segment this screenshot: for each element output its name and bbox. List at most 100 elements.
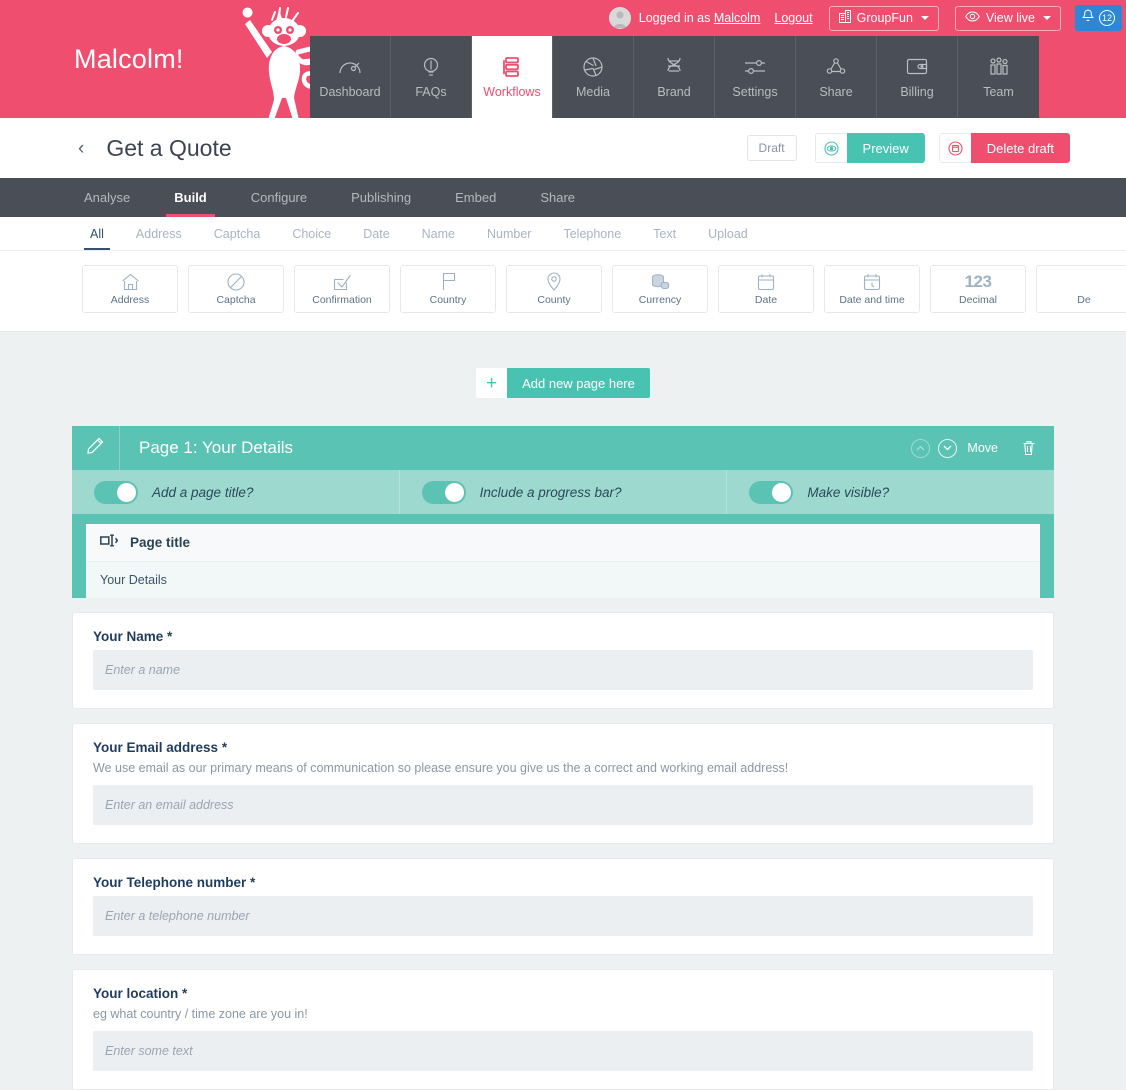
nav-item-faqs[interactable]: FAQs xyxy=(391,36,472,118)
nav-item-brand[interactable]: Brand xyxy=(634,36,715,118)
workspace-selector[interactable]: GroupFun xyxy=(828,5,939,31)
tab-configure[interactable]: Configure xyxy=(229,178,329,217)
filter-telephone[interactable]: Telephone xyxy=(547,217,637,250)
delete-page-button[interactable] xyxy=(1022,440,1036,456)
field-label-text: Your Name xyxy=(93,629,164,644)
field-type-partial[interactable]: De xyxy=(1036,265,1126,313)
tab-build[interactable]: Build xyxy=(152,178,229,217)
filter-number[interactable]: Number xyxy=(471,217,547,250)
notifications-button[interactable]: 12 xyxy=(1075,5,1122,31)
field-label-text: Your Email address xyxy=(93,740,219,755)
field-label: Your Telephone number * xyxy=(93,875,1033,890)
logout-link[interactable]: Logout xyxy=(774,11,812,25)
toggle-make-visible[interactable]: Make visible? xyxy=(727,470,1054,514)
back-chevron-icon[interactable]: ‹ xyxy=(78,139,84,158)
house-icon xyxy=(121,272,140,291)
filter-text[interactable]: Text xyxy=(637,217,692,250)
field-type-label: Date xyxy=(754,294,778,306)
filter-address[interactable]: Address xyxy=(120,217,198,250)
nav-item-billing[interactable]: Billing xyxy=(877,36,958,118)
calendar-clock-icon xyxy=(863,272,881,291)
coins-icon xyxy=(650,272,670,291)
toggle-switch[interactable] xyxy=(749,480,794,504)
filter-date[interactable]: Date xyxy=(347,217,405,250)
preview-button-label: Preview xyxy=(846,133,925,163)
field-type-date-and-time[interactable]: Date and time xyxy=(824,265,920,313)
tab-embed[interactable]: Embed xyxy=(433,178,518,217)
add-new-page-label: Add new page here xyxy=(507,368,650,398)
field-type-confirmation[interactable]: Confirmation xyxy=(294,265,390,313)
page-title-value[interactable]: Your Details xyxy=(86,562,1040,598)
tab-publishing[interactable]: Publishing xyxy=(329,178,433,217)
toggle-include-progress-bar[interactable]: Include a progress bar? xyxy=(400,470,728,514)
field-type-label: Confirmation xyxy=(312,294,372,306)
location-input[interactable]: Enter some text xyxy=(93,1031,1033,1071)
gauge-icon xyxy=(338,56,362,78)
filter-name[interactable]: Name xyxy=(406,217,471,250)
required-marker: * xyxy=(167,629,173,644)
workflow-tabs: Analyse Build Configure Publishing Embed… xyxy=(0,178,1126,217)
field-type-label: Country xyxy=(429,294,467,306)
username-link[interactable]: Malcolm xyxy=(714,11,761,25)
plus-icon: + xyxy=(476,368,508,398)
field-type-decimal[interactable]: 123 Decimal xyxy=(930,265,1026,313)
field-label: Your Email address * xyxy=(93,740,1033,755)
share-icon xyxy=(825,56,847,78)
nav-label: Brand xyxy=(657,84,691,99)
field-type-country[interactable]: Country xyxy=(400,265,496,313)
move-up-button[interactable] xyxy=(911,438,931,458)
filter-upload[interactable]: Upload xyxy=(692,217,764,250)
user-bar: Logged in as Malcolm Logout GroupFun Vie… xyxy=(608,0,1126,36)
add-page-row: + Add new page here xyxy=(0,332,1126,426)
email-input[interactable]: Enter an email address xyxy=(93,785,1033,825)
avatar[interactable] xyxy=(608,7,631,29)
notification-count-badge: 12 xyxy=(1099,10,1115,26)
field-type-address[interactable]: Address xyxy=(82,265,178,313)
name-input[interactable]: Enter a name xyxy=(93,650,1033,690)
field-type-date[interactable]: Date xyxy=(718,265,814,313)
add-new-page-button[interactable]: + Add new page here xyxy=(476,368,650,398)
field-type-captcha[interactable]: Captcha xyxy=(188,265,284,313)
page-header: ‹ Get a Quote Draft Preview Delete draft xyxy=(0,118,1126,178)
nav-item-team[interactable]: Team xyxy=(958,36,1039,118)
nav-label: Team xyxy=(983,84,1014,99)
nav-item-media[interactable]: Media xyxy=(553,36,634,118)
nav-item-workflows[interactable]: Workflows xyxy=(472,36,553,118)
field-type-filters: All Address Captcha Choice Date Name Num… xyxy=(0,217,1126,251)
toggle-add-page-title[interactable]: Add a page title? xyxy=(72,470,400,514)
checkbox-tick-icon xyxy=(333,272,352,291)
filter-all[interactable]: All xyxy=(74,217,120,250)
preview-button[interactable]: Preview xyxy=(814,133,925,163)
page-title-block-header: Page title xyxy=(86,524,1040,562)
delete-draft-button[interactable]: Delete draft xyxy=(938,133,1070,163)
workspace-label: GroupFun xyxy=(856,11,913,25)
move-down-button[interactable] xyxy=(938,438,958,458)
toggle-switch[interactable] xyxy=(94,480,138,504)
nav-item-settings[interactable]: Settings xyxy=(715,36,796,118)
page-card-header: Page 1: Your Details Move xyxy=(72,426,1054,470)
tab-share[interactable]: Share xyxy=(518,178,597,217)
nav-item-share[interactable]: Share xyxy=(796,36,877,118)
field-card-your-email: Your Email address * We use email as our… xyxy=(72,723,1054,844)
telephone-input[interactable]: Enter a telephone number xyxy=(93,896,1033,936)
field-type-county[interactable]: County xyxy=(506,265,602,313)
field-type-currency[interactable]: Currency xyxy=(612,265,708,313)
tab-analyse[interactable]: Analyse xyxy=(62,178,152,217)
page-title: Get a Quote xyxy=(106,134,232,161)
toggle-switch[interactable] xyxy=(421,480,466,504)
filter-captcha[interactable]: Captcha xyxy=(198,217,277,250)
delete-draft-button-label: Delete draft xyxy=(970,133,1070,163)
map-pin-icon xyxy=(546,272,562,291)
nav-label: Billing xyxy=(900,84,934,99)
field-card-your-location: Your location * eg what country / time z… xyxy=(72,969,1054,1090)
field-type-label: County xyxy=(537,294,571,306)
lightbulb-icon xyxy=(421,56,441,78)
edit-page-button[interactable] xyxy=(72,426,120,470)
nav-item-dashboard[interactable]: Dashboard xyxy=(310,36,391,118)
top-bar: Malcolm! Logged in as Malcolm Logout Gro… xyxy=(0,0,1126,120)
logo[interactable]: Malcolm! xyxy=(62,0,325,120)
field-type-palette[interactable]: Address Captcha Confirmation Country Cou… xyxy=(0,251,1126,332)
page-card: Page 1: Your Details Move Add a page tit… xyxy=(72,426,1054,598)
filter-choice[interactable]: Choice xyxy=(276,217,347,250)
view-live-selector[interactable]: View live xyxy=(954,5,1061,31)
